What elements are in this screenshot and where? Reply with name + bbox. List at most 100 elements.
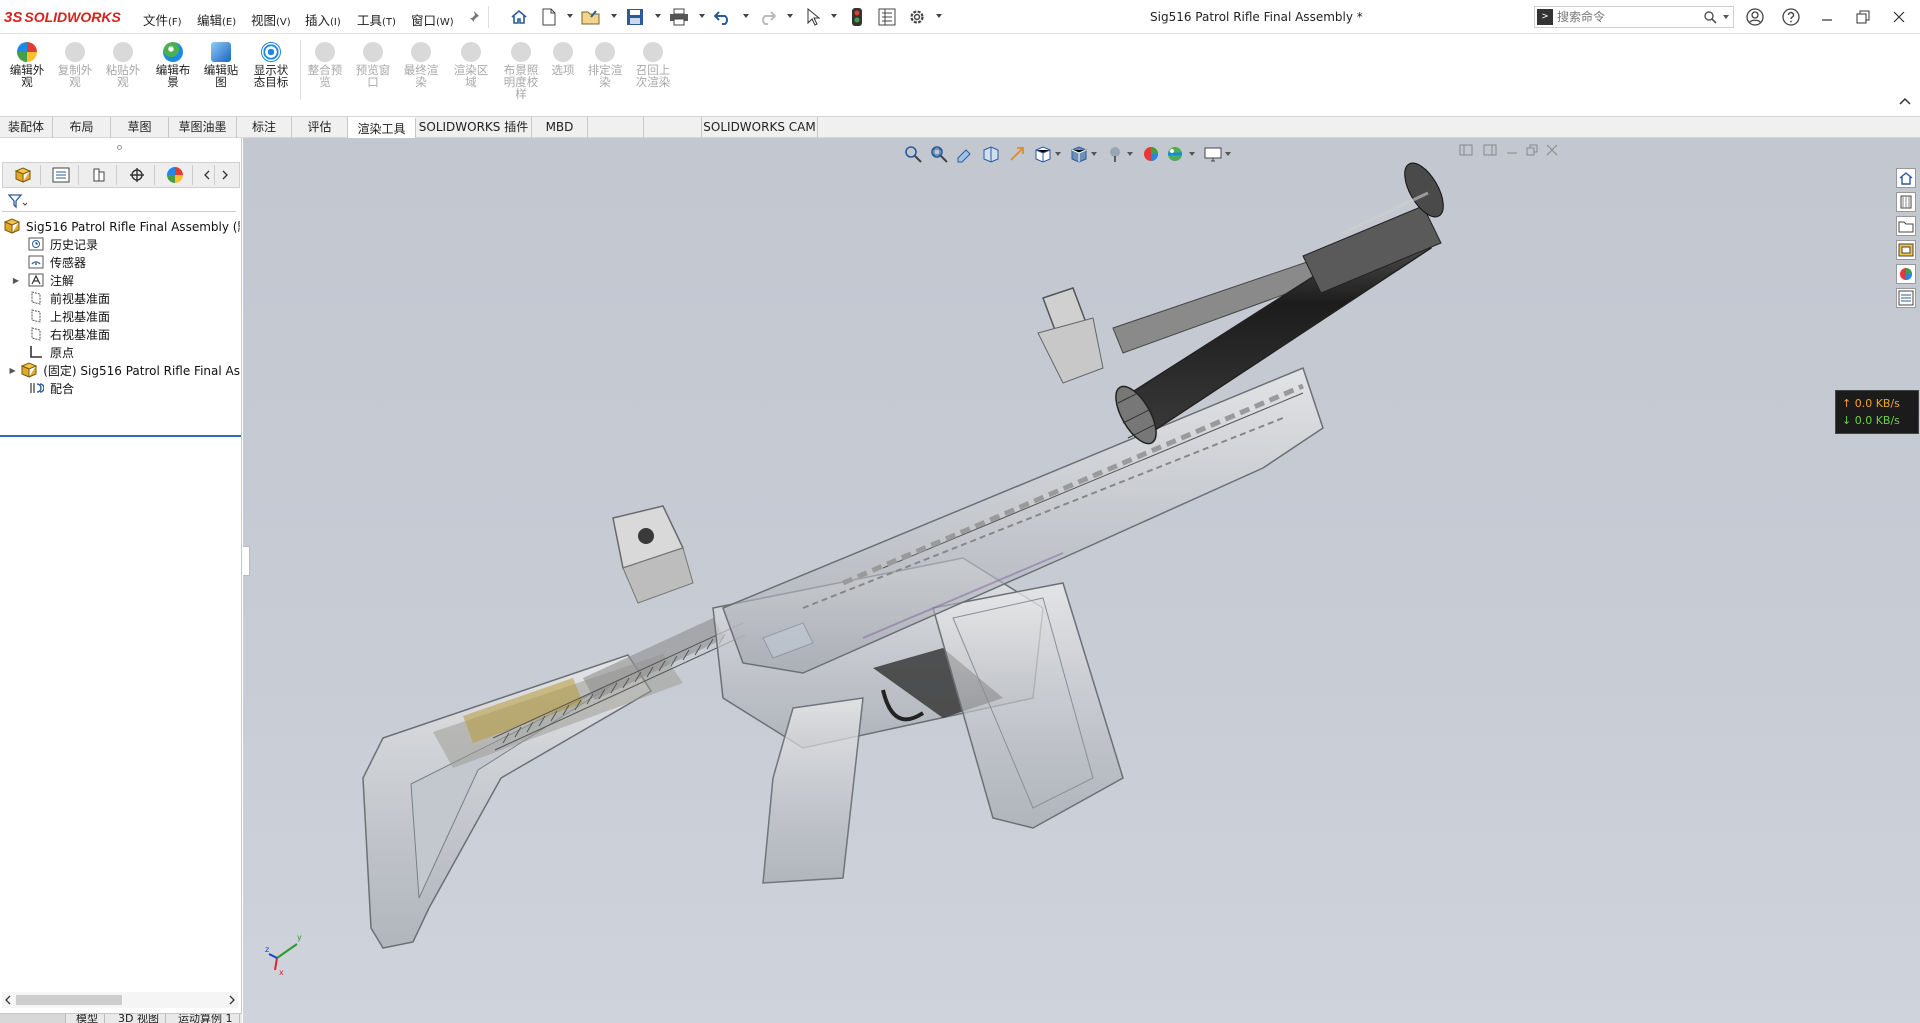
tree-end-marker[interactable] — [0, 435, 241, 437]
menu-file[interactable]: 文件(F) — [143, 10, 182, 29]
tab-sketch-ink[interactable]: 草图油墨 — [169, 117, 237, 138]
mates-icon — [28, 380, 44, 396]
filter-icon[interactable] — [8, 193, 28, 209]
tree-item-mates[interactable]: 配合 — [16, 378, 240, 398]
redo-dropdown-icon[interactable] — [787, 14, 793, 18]
rebuild-icon[interactable] — [846, 7, 868, 27]
user-account-icon[interactable] — [1742, 6, 1768, 28]
integrated-preview-button[interactable]: 整合预览 — [302, 38, 348, 106]
tab-layout[interactable]: 布局 — [53, 117, 111, 138]
horizontal-scrollbar[interactable] — [2, 992, 238, 1008]
options-dropdown-icon[interactable] — [936, 14, 942, 18]
minimize-button[interactable] — [1814, 6, 1840, 28]
new-document-icon[interactable] — [538, 7, 560, 27]
file-properties-icon[interactable] — [876, 7, 898, 27]
dimxpert-manager-tab-icon[interactable] — [119, 165, 155, 185]
collapse-ribbon-icon[interactable] — [1898, 96, 1912, 106]
undo-dropdown-icon[interactable] — [743, 14, 749, 18]
graphics-area[interactable]: ↑ 0.0 KB/s ↓ 0.0 KB/s y x z — [243, 138, 1920, 1023]
select-dropdown-icon[interactable] — [831, 14, 837, 18]
recall-last-render-button[interactable]: 召回上次渲染 — [630, 38, 676, 106]
tab-3d-views[interactable]: 3D 视图 — [112, 1014, 166, 1023]
menu-edit[interactable]: 编辑(E) — [197, 10, 236, 29]
edit-decal-button[interactable]: 编辑贴图 — [198, 38, 244, 106]
tab-model[interactable]: 模型 — [70, 1014, 105, 1023]
tree-item-front-plane[interactable]: 前视基准面 — [16, 288, 240, 308]
tab-solidworks-cam[interactable]: SOLIDWORKS CAM — [702, 117, 818, 138]
tree-item-right-plane[interactable]: 右视基准面 — [16, 324, 240, 344]
pin-icon[interactable] — [462, 7, 484, 27]
edit-appearance-button[interactable]: 编辑外观 — [4, 38, 50, 106]
render-region-button[interactable]: 渲染区域 — [448, 38, 494, 106]
configuration-manager-tab-icon[interactable] — [81, 165, 117, 185]
tab-motion-study[interactable]: 运动算例 1 — [172, 1014, 240, 1023]
tab-assembly[interactable]: 装配体 — [0, 117, 53, 138]
scroll-left-icon[interactable] — [4, 995, 12, 1005]
options-gear-icon[interactable] — [906, 7, 928, 27]
edit-scene-button[interactable]: 编辑布景 — [150, 38, 196, 106]
render-options-button[interactable]: 选项 — [540, 38, 586, 106]
undo-icon[interactable] — [712, 7, 734, 27]
save-icon[interactable] — [624, 7, 646, 27]
copy-appearance-button[interactable]: 复制外观 — [52, 38, 98, 106]
feature-manager-tab-icon[interactable] — [5, 165, 41, 185]
history-icon — [28, 236, 44, 252]
tab-mbd[interactable]: MBD — [532, 117, 588, 138]
tree-item-history[interactable]: 历史记录 — [16, 234, 240, 254]
open-folder-icon[interactable] — [580, 7, 602, 27]
expand-arrow-icon[interactable]: ▶ — [4, 366, 21, 375]
tree-item-top-plane[interactable]: 上视基准面 — [16, 306, 240, 326]
help-icon[interactable] — [1778, 6, 1804, 28]
scene-illumination-proof-button[interactable]: 布景照明度校样 — [498, 38, 544, 106]
schedule-render-button[interactable]: 排定渲染 — [582, 38, 628, 106]
tree-item-sensors[interactable]: 传感器 — [16, 252, 240, 272]
rifle-model-render[interactable] — [243, 138, 1920, 1023]
panel-grip-icon[interactable] — [117, 145, 122, 150]
print-icon[interactable] — [668, 7, 690, 27]
menu-insert[interactable]: 插入(I) — [305, 10, 341, 29]
tree-filter[interactable] — [2, 190, 236, 212]
tab-solidworks-addins[interactable]: SOLIDWORKS 插件 — [416, 117, 532, 138]
final-render-button[interactable]: 最终渲染 — [398, 38, 444, 106]
tree-root-assembly[interactable]: Sig516 Patrol Rifle Final Assembly (默 — [4, 216, 240, 236]
bottom-tab-bar: 模型 3D 视图 运动算例 1 — [0, 1013, 242, 1023]
tab-render-tools[interactable]: 渲染工具 — [348, 117, 416, 138]
home-icon[interactable] — [508, 7, 530, 27]
preview-window-button[interactable]: 预览窗口 — [350, 38, 396, 106]
tree-item-origin[interactable]: 原点 — [16, 342, 240, 362]
menu-view[interactable]: 视图(V) — [251, 10, 291, 29]
solidworks-logo[interactable]: 3S SOLIDWORKS — [4, 7, 121, 27]
tab-empty-1[interactable] — [588, 117, 644, 138]
property-manager-tab-icon[interactable] — [43, 165, 79, 185]
command-search[interactable]: > — [1534, 6, 1734, 28]
close-button[interactable] — [1886, 6, 1912, 28]
tab-scroll-right-icon[interactable] — [217, 165, 233, 185]
expand-arrow-icon[interactable]: ▶ — [4, 276, 28, 285]
tab-evaluate[interactable]: 评估 — [292, 117, 348, 138]
menu-tools[interactable]: 工具(T) — [357, 10, 396, 29]
open-dropdown-icon[interactable] — [611, 14, 617, 18]
tree-item-annotations[interactable]: ▶ 注解 — [4, 270, 240, 290]
tree-item-fixed-subassembly[interactable]: ▶ (固定) Sig516 Patrol Rifle Final As — [4, 360, 240, 380]
tab-markup[interactable]: 标注 — [237, 117, 292, 138]
print-dropdown-icon[interactable] — [699, 14, 705, 18]
tab-sketch[interactable]: 草图 — [111, 117, 169, 138]
tab-scroll-left-icon[interactable] — [199, 165, 215, 185]
scrollbar-thumb[interactable] — [16, 995, 122, 1005]
search-icon[interactable] — [1703, 10, 1717, 24]
brand-name: SOLIDWORKS — [24, 9, 121, 25]
menu-window[interactable]: 窗口(W) — [411, 10, 454, 29]
save-dropdown-icon[interactable] — [655, 14, 661, 18]
display-manager-tab-icon[interactable] — [157, 165, 193, 185]
scroll-right-icon[interactable] — [228, 995, 236, 1005]
tab-empty-2[interactable] — [644, 117, 702, 138]
search-input[interactable] — [1557, 8, 1707, 26]
tab-model-collapsed[interactable] — [0, 1014, 66, 1023]
display-state-target-button[interactable]: 显示状态目标 — [248, 38, 294, 106]
redo-icon[interactable] — [756, 7, 778, 27]
search-dropdown-icon[interactable] — [1723, 15, 1729, 19]
paste-appearance-button[interactable]: 粘贴外观 — [100, 38, 146, 106]
new-dropdown-icon[interactable] — [567, 14, 573, 18]
select-cursor-icon[interactable] — [802, 7, 824, 27]
restore-button[interactable] — [1850, 6, 1876, 28]
